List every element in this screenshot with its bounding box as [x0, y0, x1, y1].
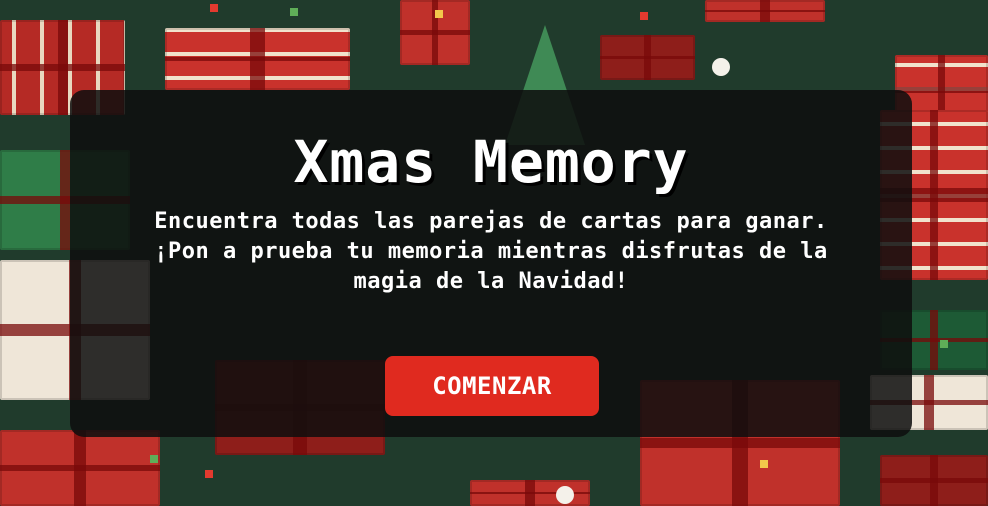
game-start-screen: Xmas Memory Encuentra todas las parejas …	[0, 0, 988, 506]
game-description: Encuentra todas las parejas de cartas pa…	[154, 209, 828, 294]
gift-box	[600, 35, 695, 80]
ornament	[205, 470, 213, 478]
gift-box	[705, 0, 825, 22]
gift-box	[0, 430, 160, 506]
snowball	[556, 486, 574, 504]
ornament	[760, 460, 768, 468]
ornament	[640, 12, 648, 20]
game-title: Xmas Memory	[293, 128, 689, 196]
snowball	[712, 58, 730, 76]
ornament	[940, 340, 948, 348]
start-button[interactable]: COMENZAR	[385, 356, 599, 416]
ornament	[150, 455, 158, 463]
gift-box	[165, 28, 350, 90]
ornament	[435, 10, 443, 18]
intro-panel: Xmas Memory Encuentra todas las parejas …	[70, 90, 912, 437]
gift-box	[880, 455, 988, 506]
ornament	[290, 8, 298, 16]
ornament	[210, 4, 218, 12]
